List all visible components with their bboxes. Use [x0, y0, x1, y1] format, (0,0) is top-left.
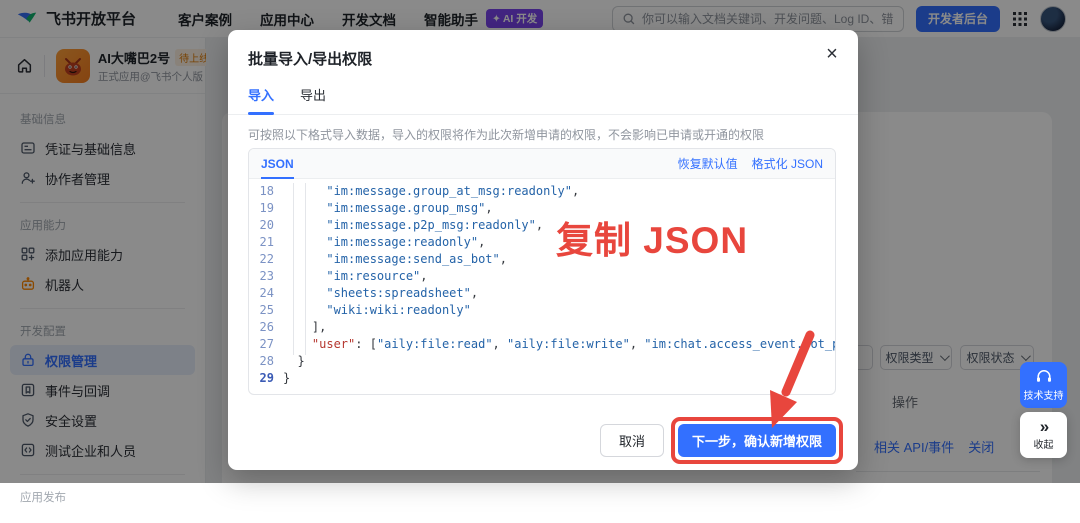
close-icon[interactable]: × — [820, 42, 844, 66]
tab-export[interactable]: 导出 — [300, 85, 326, 114]
code-text: "im:message.group_at_msg:readonly", — [283, 183, 579, 200]
line-number: 19 — [249, 200, 283, 217]
code-text: "sheets:spreadsheet", — [283, 285, 478, 302]
code-text: "im:message.p2p_msg:readonly", — [283, 217, 543, 234]
editor-tab-json[interactable]: JSON — [261, 149, 294, 178]
line-number: 21 — [249, 234, 283, 251]
cancel-button[interactable]: 取消 — [600, 424, 664, 457]
tech-support-button[interactable]: 技术支持 — [1020, 362, 1067, 408]
line-number: 22 — [249, 251, 283, 268]
indent-guide — [293, 183, 294, 355]
line-number: 27 — [249, 336, 283, 353]
editor-header: JSON 恢复默认值 格式化 JSON — [249, 149, 835, 179]
collapse-button[interactable]: » 收起 — [1020, 412, 1067, 458]
code-line[interactable]: 27 "user": ["aily:file:read", "aily:file… — [249, 336, 835, 353]
line-number: 28 — [249, 353, 283, 370]
import-description: 可按照以下格式导入数据，导入的权限将作为此次新增申请的权限，不会影响已申请或开通… — [228, 115, 858, 143]
code-text: } — [283, 353, 305, 370]
line-number: 24 — [249, 285, 283, 302]
code-line[interactable]: 24 "sheets:spreadsheet", — [249, 285, 835, 302]
line-number: 29 — [249, 370, 283, 387]
line-number: 20 — [249, 217, 283, 234]
tab-import[interactable]: 导入 — [248, 85, 274, 114]
reset-default-link[interactable]: 恢复默认值 — [678, 155, 738, 172]
headset-icon — [1035, 369, 1053, 385]
code-text: "wiki:wiki:readonly" — [283, 302, 471, 319]
annotation-copy-json-label: 复制 JSON — [556, 210, 748, 264]
line-number: 18 — [249, 183, 283, 200]
code-text: "im:message:send_as_bot", — [283, 251, 507, 268]
indent-guide — [305, 183, 306, 355]
code-line[interactable]: 26 ], — [249, 319, 835, 336]
code-line[interactable]: 23 "im:resource", — [249, 268, 835, 285]
code-line[interactable]: 28 } — [249, 353, 835, 370]
collapse-label: 收起 — [1034, 436, 1054, 451]
json-editor: JSON 恢复默认值 格式化 JSON 18 "im:message.group… — [248, 148, 836, 395]
code-text: } — [283, 370, 290, 387]
tech-support-label: 技术支持 — [1024, 387, 1064, 402]
line-number: 26 — [249, 319, 283, 336]
modal-title: 批量导入/导出权限 — [228, 30, 858, 69]
code-text: "im:message.group_msg", — [283, 200, 493, 217]
section-app-release: 应用发布 — [10, 484, 195, 511]
line-number: 23 — [249, 268, 283, 285]
modal-tabs: 导入 导出 — [228, 69, 858, 115]
annotation-arrow — [752, 330, 832, 434]
double-chevron-right-icon: » — [1040, 420, 1047, 434]
code-text: "im:message:readonly", — [283, 234, 485, 251]
format-json-link[interactable]: 格式化 JSON — [752, 155, 823, 172]
code-line[interactable]: 29} — [249, 370, 835, 387]
code-line[interactable]: 18 "im:message.group_at_msg:readonly", — [249, 183, 835, 200]
line-number: 25 — [249, 302, 283, 319]
code-line[interactable]: 25 "wiki:wiki:readonly" — [249, 302, 835, 319]
